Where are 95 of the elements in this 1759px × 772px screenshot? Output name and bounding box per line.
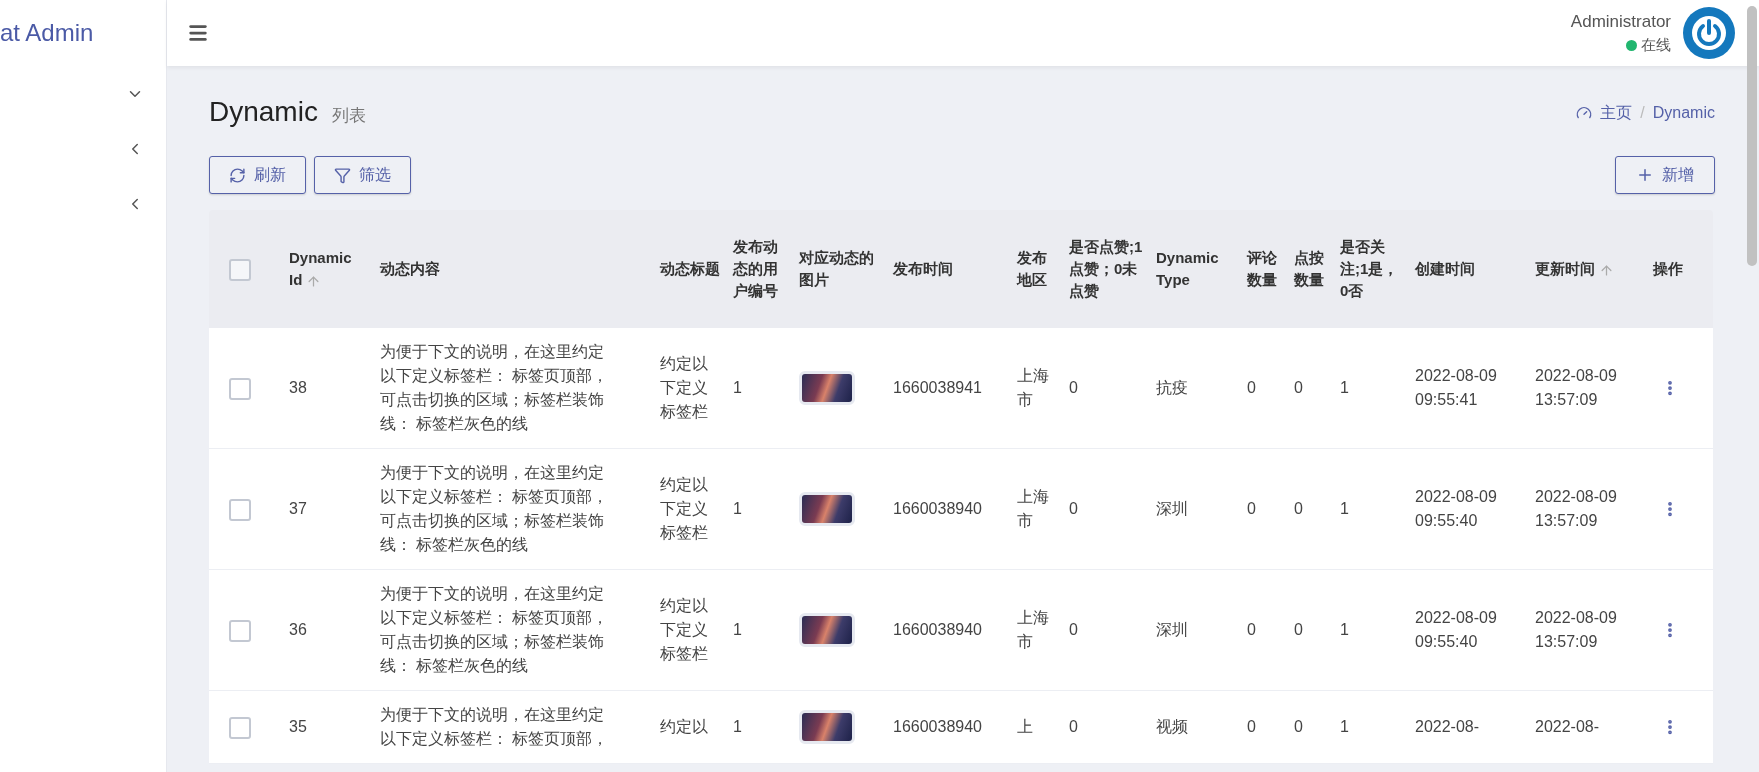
user-id-cell: 1 [733,500,742,517]
column-header[interactable]: 更新时间 [1535,258,1641,280]
follow-cell: 1 [1340,718,1349,735]
breadcrumb-link[interactable]: 主页 [1600,102,1633,124]
comments-cell: 0 [1247,379,1256,396]
type-cell: 抗疫 [1156,379,1188,396]
id-cell: 36 [289,621,307,638]
created-cell: 2022-08-09 09:55:40 [1415,488,1497,529]
row-checkbox[interactable] [229,619,251,642]
follow-cell: 1 [1340,621,1349,638]
type-cell: 深圳 [1156,500,1188,517]
photo-placeholder [799,710,855,744]
content-cell: 为便于下文的说明，在这里约定以下定义标签栏： 标签页顶部，可点击切换的区域；标签栏装饰线： 标签栏灰色的线 [380,464,609,553]
column-header: 发布地区 [1017,248,1048,290]
created-cell: 2022-08- [1415,718,1480,735]
column-header: 动态内容 [380,259,441,280]
content-cell: 为便于下文的说明，在这里约定以下定义标签栏： 标签页顶部， [380,706,609,747]
column-header: 发布时间 [893,259,954,280]
type-cell: 视频 [1156,718,1188,735]
id-cell: 37 [289,500,307,517]
liked-cell: 0 [1069,379,1078,396]
user-name: Administrator [1570,11,1671,32]
column-header: 评论数量 [1247,248,1278,290]
created-cell: 2022-08-09 09:55:40 [1415,609,1497,650]
select-all-checkbox[interactable] [229,258,251,281]
column-header: 点按数量 [1294,248,1325,290]
column-header: 是否关注;1是，0否 [1340,237,1400,301]
time-cell: 1660038940 [893,718,982,735]
title-cell: 约定以下定义标签栏 [660,597,708,662]
title-cell: 约定以 [660,718,708,735]
created-cell: 2022-08-09 09:55:41 [1415,367,1497,408]
id-cell: 35 [289,718,307,735]
photo-placeholder [799,613,855,647]
time-cell: 1660038941 [893,379,982,396]
comments-cell: 0 [1247,718,1256,735]
filter-icon [334,166,351,184]
page-title: Dynamic [209,96,318,128]
dashboard-icon [1576,105,1593,121]
breadcrumb-link[interactable]: Dynamic [1652,104,1715,122]
region-cell: 上海市 [1017,367,1049,408]
content-cell: 为便于下文的说明，在这里约定以下定义标签栏： 标签页顶部，可点击切换的区域；标签栏装饰线： 标签栏灰色的线 [380,343,609,432]
scrollbar-thumb[interactable] [1747,6,1757,266]
follow-cell: 1 [1340,500,1349,517]
plus-icon [1636,166,1654,184]
photo-placeholder [799,492,855,526]
updated-cell: 2022-08-09 13:57:09 [1535,609,1617,650]
comments-cell: 0 [1247,500,1256,517]
user-id-cell: 1 [733,621,742,638]
menu-button[interactable] [187,22,209,44]
clicks-cell: 0 [1294,621,1303,638]
liked-cell: 0 [1069,500,1078,517]
filter-button[interactable]: 筛选 [314,156,411,194]
content-cell: 为便于下文的说明，在这里约定以下定义标签栏： 标签页顶部，可点击切换的区域；标签栏装饰线： 标签栏灰色的线 [380,585,609,674]
column-header: 操作 [1653,259,1684,280]
user-id-cell: 1 [733,718,742,735]
time-cell: 1660038940 [893,621,982,638]
title-cell: 约定以下定义标签栏 [660,476,708,541]
type-cell: 深圳 [1156,621,1188,638]
column-header: 发布动态的用户编号 [733,237,779,301]
clicks-cell: 0 [1294,379,1303,396]
follow-cell: 1 [1340,379,1349,396]
photo-placeholder [799,371,855,405]
region-cell: 上海市 [1017,488,1049,529]
time-cell: 1660038940 [893,500,982,517]
row-checkbox[interactable] [229,377,251,400]
add-button[interactable]: 新增 [1615,156,1715,194]
column-header: 创建时间 [1415,259,1476,280]
liked-cell: 0 [1069,718,1078,735]
column-header: 是否点赞;1点赞；0未点赞 [1069,237,1144,301]
column-header: Dynamic Type [1156,248,1220,290]
page-subtitle: 列表 [331,105,366,127]
region-cell: 上海市 [1017,609,1049,650]
row-checkbox[interactable] [229,716,251,739]
refresh-button[interactable]: 刷新 [209,156,306,194]
row-checkbox[interactable] [229,498,251,521]
user-id-cell: 1 [733,379,742,396]
column-header[interactable]: Dynamic Id [289,247,368,291]
title-cell: 约定以下定义标签栏 [660,355,708,420]
clicks-cell: 0 [1294,718,1303,735]
updated-cell: 2022-08-09 13:57:09 [1535,367,1617,408]
updated-cell: 2022-08- [1535,718,1600,735]
user-status: 在线 [1626,35,1671,55]
id-cell: 38 [289,379,307,396]
column-header: 动态标题 [660,259,721,280]
liked-cell: 0 [1069,621,1078,638]
brand-title: at Admin [0,18,95,48]
region-cell: 上 [1017,718,1033,735]
avatar-power-icon[interactable] [1683,7,1735,59]
comments-cell: 0 [1247,621,1256,638]
breadcrumb-separator: / [1640,104,1645,122]
updated-cell: 2022-08-09 13:57:09 [1535,488,1617,529]
hamburger-icon [187,22,209,44]
refresh-icon [229,166,246,184]
clicks-cell: 0 [1294,500,1303,517]
column-header: 对应动态的图片 [799,248,875,290]
